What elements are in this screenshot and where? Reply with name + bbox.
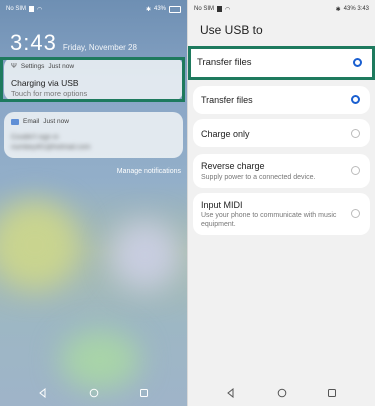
option-transfer-files[interactable]: Transfer files bbox=[193, 86, 370, 114]
option-label: Transfer files bbox=[201, 95, 253, 105]
notification-shade-screen: No SIM ◠ ✱ 43% 3:43 Friday, November 28 … bbox=[0, 0, 187, 406]
radio-unselected-icon[interactable] bbox=[351, 209, 360, 218]
email-icon bbox=[11, 118, 19, 125]
email-notification-card[interactable]: Email Just now Couldn't sign in numbey4f… bbox=[4, 112, 183, 158]
option-label: Charge only bbox=[201, 129, 250, 139]
back-icon[interactable] bbox=[36, 386, 50, 400]
email-line-2: numbey4f1@hotmail.com bbox=[11, 144, 91, 151]
option-input-midi[interactable]: Input MIDI Use your phone to communicate… bbox=[193, 193, 370, 235]
wallpaper-blob bbox=[0, 200, 80, 290]
notification-app-name: Email bbox=[23, 118, 40, 125]
home-icon[interactable] bbox=[87, 386, 101, 400]
email-line-1: Couldn't sign in bbox=[11, 134, 59, 141]
sim-icon bbox=[29, 6, 35, 12]
carrier-label: No SIM bbox=[194, 6, 215, 12]
bluetooth-icon: ✱ bbox=[145, 6, 151, 13]
usb-options-screen: No SIM ◠ ✱ 43% 3:43 Use USB to Transfer … bbox=[188, 0, 375, 406]
bluetooth-icon: ✱ bbox=[335, 6, 341, 13]
option-description: Use your phone to communicate with music… bbox=[201, 212, 337, 228]
back-icon[interactable] bbox=[224, 386, 238, 400]
navigation-bar bbox=[188, 380, 375, 406]
battery-and-time: 43% 3:43 bbox=[343, 6, 369, 12]
wifi-icon: ◠ bbox=[37, 6, 43, 13]
notification-time: Just now bbox=[43, 118, 69, 125]
option-label: Input MIDI bbox=[201, 200, 243, 210]
notification-header: Email Just now bbox=[11, 118, 69, 125]
wallpaper-blob bbox=[110, 220, 180, 290]
radio-unselected-icon[interactable] bbox=[351, 166, 360, 175]
manage-notifications-link[interactable]: Manage notifications bbox=[117, 168, 181, 175]
status-bar: No SIM ◠ ✱ 43% bbox=[6, 4, 181, 14]
page-title: Use USB to bbox=[200, 23, 263, 37]
wifi-icon: ◠ bbox=[225, 6, 231, 13]
clock-date: Friday, November 28 bbox=[62, 43, 137, 52]
navigation-bar bbox=[0, 380, 187, 406]
highlight-box bbox=[0, 57, 185, 102]
option-reverse-charge[interactable]: Reverse charge Supply power to a connect… bbox=[193, 154, 370, 188]
highlight-label: Transfer files bbox=[197, 57, 252, 68]
sim-icon bbox=[217, 6, 223, 12]
recents-icon[interactable] bbox=[325, 386, 339, 400]
battery-percent: 43% bbox=[153, 6, 166, 12]
option-description: Supply power to a connected device. bbox=[201, 174, 316, 181]
highlight-box[interactable]: Transfer files bbox=[188, 46, 375, 80]
clock-time: 3:43 bbox=[10, 30, 57, 55]
recents-icon[interactable] bbox=[137, 386, 151, 400]
home-icon[interactable] bbox=[275, 386, 289, 400]
battery-icon bbox=[169, 5, 181, 13]
option-charge-only[interactable]: Charge only bbox=[193, 119, 370, 147]
carrier-label: No SIM bbox=[6, 6, 27, 12]
option-label: Reverse charge bbox=[201, 161, 265, 171]
status-bar: No SIM ◠ ✱ 43% 3:43 bbox=[194, 4, 369, 14]
lock-clock: 3:43 Friday, November 28 bbox=[10, 30, 137, 56]
radio-selected-icon[interactable] bbox=[351, 95, 360, 104]
radio-selected-icon[interactable] bbox=[353, 58, 362, 67]
radio-unselected-icon[interactable] bbox=[351, 129, 360, 138]
